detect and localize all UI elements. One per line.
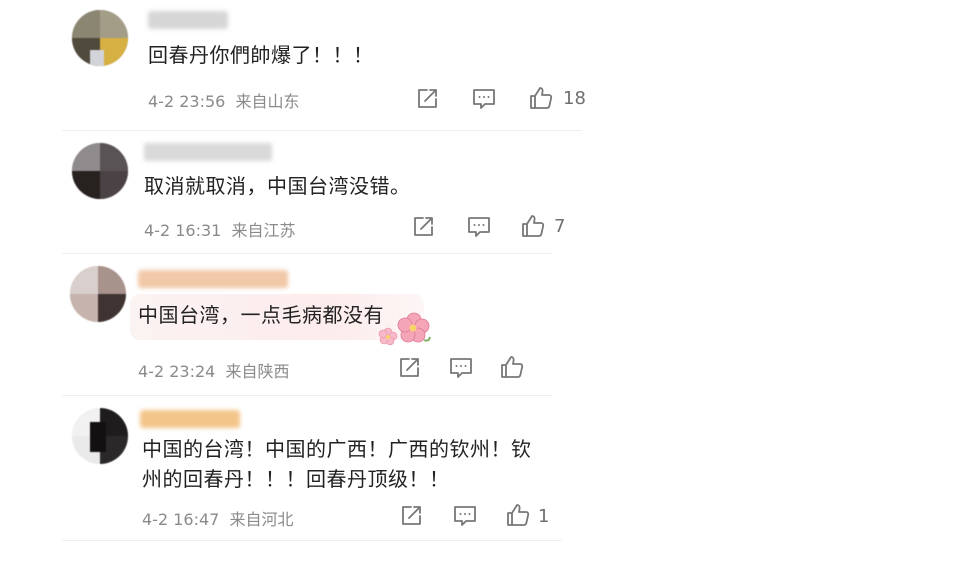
flower-decoration-icon: [376, 310, 432, 350]
comment-time: 4-2 16:31: [144, 221, 222, 240]
comment-text: 中国台湾，一点毛病都没有: [138, 303, 384, 327]
like-count: 18: [563, 88, 586, 109]
comment-time: 4-2 16:47: [142, 510, 220, 529]
comment-icon[interactable]: [466, 214, 492, 240]
comment-location: 来自山东: [235, 92, 300, 111]
comment-icon[interactable]: [452, 503, 478, 529]
comment-text-line: 中国的台湾！中国的广西！广西的钦州！钦: [142, 437, 532, 461]
comment-meta: 4-2 16:31 来自江苏: [144, 217, 296, 241]
share-icon[interactable]: [398, 503, 424, 529]
comment-location: 来自江苏: [231, 221, 296, 240]
like-count: 7: [554, 216, 566, 237]
comment-item: 回春丹你們帥爆了！！！ 4-2 23:56 来自山东 18: [0, 0, 960, 130]
comment-meta: 4-2 23:24 来自陕西: [138, 358, 290, 382]
comment-location: 来自河北: [229, 510, 294, 529]
like-count: 1: [538, 506, 550, 527]
comment-time: 4-2 23:56: [148, 92, 226, 111]
thumbs-up-icon[interactable]: [528, 85, 554, 111]
avatar[interactable]: [70, 266, 126, 322]
share-icon[interactable]: [410, 214, 436, 240]
comment-item: 中国的台湾！中国的广西！广西的钦州！钦 州的回春丹！！！回春丹顶级！！ 4-2 …: [0, 396, 960, 556]
username-blurred[interactable]: [148, 11, 228, 29]
username-blurred[interactable]: [144, 143, 272, 161]
comment-text-line: 州的回春丹！！！回春丹顶级！！: [142, 467, 450, 491]
divider: [62, 540, 562, 541]
thumbs-up-icon[interactable]: [520, 213, 546, 239]
comment-location: 来自陕西: [225, 362, 290, 381]
thumbs-up-icon[interactable]: [499, 354, 525, 380]
comment-time: 4-2 23:24: [138, 362, 216, 381]
username-blurred[interactable]: [138, 270, 288, 288]
comment-text: 中国的台湾！中国的广西！广西的钦州！钦 州的回春丹！！！回春丹顶级！！: [142, 434, 532, 494]
comment-icon[interactable]: [471, 86, 497, 112]
comment-meta: 4-2 23:56 来自山东: [148, 88, 300, 112]
share-icon[interactable]: [414, 86, 440, 112]
comment-text: 回春丹你們帥爆了！！！: [148, 43, 374, 67]
comment-meta: 4-2 16:47 来自河北: [142, 506, 294, 530]
avatar[interactable]: [72, 408, 128, 464]
username-blurred[interactable]: [140, 410, 240, 428]
avatar[interactable]: [72, 10, 128, 66]
comment-item: 取消就取消，中国台湾没错。 4-2 16:31 来自江苏 7: [0, 131, 960, 251]
comment-item: 中国台湾，一点毛病都没有 4-2 23:24 来自陕西: [0, 254, 960, 394]
share-icon[interactable]: [396, 355, 422, 381]
comment-icon[interactable]: [448, 355, 474, 381]
comment-text: 取消就取消，中国台湾没错。: [144, 174, 411, 198]
avatar[interactable]: [72, 143, 128, 199]
thumbs-up-icon[interactable]: [505, 502, 531, 528]
